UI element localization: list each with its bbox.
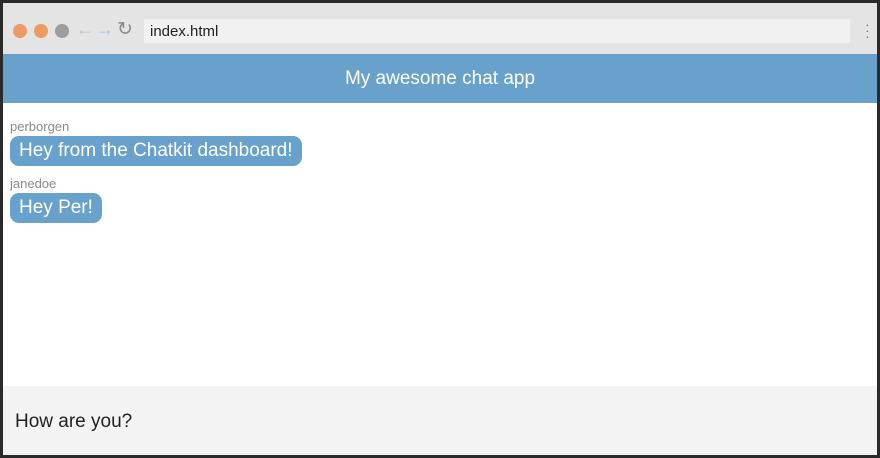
message-username: janedoe	[10, 176, 57, 191]
message-username: perborgen	[10, 119, 70, 134]
maximize-window-icon[interactable]	[55, 24, 69, 38]
address-bar[interactable]: index.html	[144, 19, 850, 43]
menu-icon[interactable]: · · ·	[865, 17, 870, 43]
browser-toolbar: ← → ↻ index.html · · ·	[3, 3, 877, 54]
app-title: My awesome chat app	[3, 54, 877, 103]
back-arrow-icon[interactable]: ←	[76, 19, 94, 40]
message: perborgen Hey from the Chatkit dashboard…	[10, 119, 877, 176]
message: janedoe Hey Per!	[10, 176, 877, 233]
message-list: perborgen Hey from the Chatkit dashboard…	[3, 103, 877, 386]
browser-window: ← → ↻ index.html · · · My awesome chat app…	[3, 3, 877, 455]
message-bubble: Hey Per!	[10, 193, 102, 223]
message-input[interactable]: How are you?	[3, 386, 877, 455]
message-bubble: Hey from the Chatkit dashboard!	[10, 136, 302, 166]
minimize-window-icon[interactable]	[34, 24, 48, 38]
reload-icon[interactable]: ↻	[117, 18, 133, 41]
close-window-icon[interactable]	[13, 24, 27, 38]
forward-arrow-icon[interactable]: →	[96, 19, 114, 40]
